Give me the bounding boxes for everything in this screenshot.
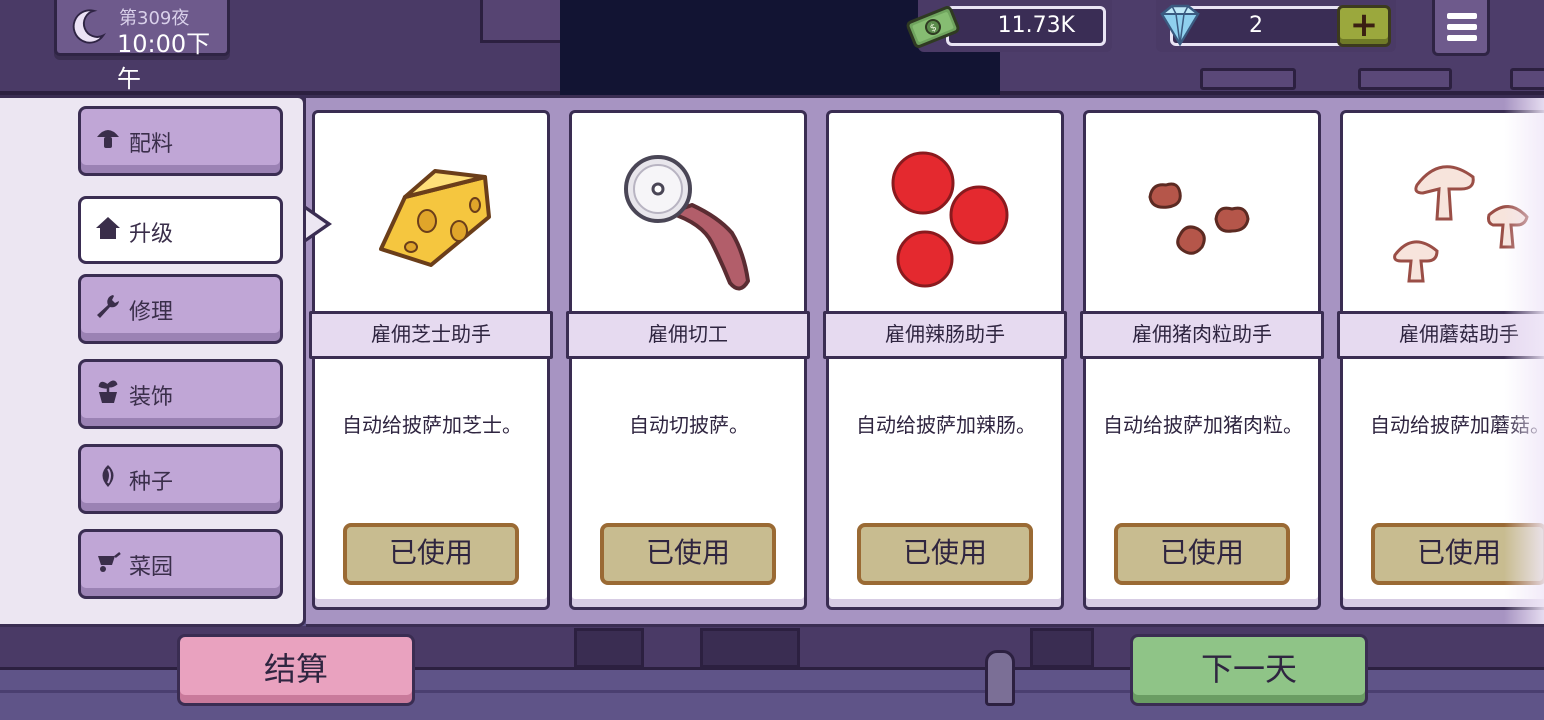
category-label: 升级	[129, 222, 174, 247]
upgrade-card[interactable]: 雇佣切工 自动切披萨。 已使用	[566, 110, 810, 610]
day-time-panel: 第309夜 10:00下午	[54, 0, 230, 93]
category-label: 装饰	[129, 385, 174, 410]
used-button[interactable]: 已使用	[600, 523, 776, 585]
category-garden[interactable]: 菜园	[78, 529, 283, 599]
pepperoni-icon	[891, 151, 1009, 288]
roof-vent	[1510, 68, 1544, 90]
diamond-icon	[1160, 4, 1200, 47]
money-panel: $ 11.73K	[906, 0, 1112, 52]
clock-time: 10:00下午	[117, 30, 211, 93]
card-description: 自动给披萨加猪肉粒。	[1103, 413, 1303, 437]
moon-icon	[72, 9, 107, 44]
trash-bin	[1030, 628, 1094, 668]
house-icon	[96, 217, 120, 239]
pizza-cutter-icon	[624, 155, 750, 291]
category-decoration[interactable]: 装饰	[78, 359, 283, 429]
category-label: 种子	[129, 470, 174, 495]
menu-button[interactable]	[1432, 0, 1490, 56]
category-seeds[interactable]: 种子	[78, 444, 283, 514]
scroll-fade	[1504, 98, 1544, 624]
selection-pointer-fill	[306, 210, 326, 238]
wrench-icon	[97, 295, 119, 318]
category-upgrades[interactable]: 升级	[78, 196, 283, 264]
used-button[interactable]: 已使用	[1114, 523, 1290, 585]
cash-icon: $	[906, 6, 960, 48]
money-display: 11.73K	[946, 6, 1106, 46]
category-toppings[interactable]: 配料	[78, 106, 283, 176]
potted-plant-icon	[98, 380, 118, 403]
storefront-steps	[574, 628, 644, 668]
category-repair[interactable]: 修理	[78, 274, 283, 344]
card-title: 雇佣猪肉粒助手	[1080, 311, 1324, 359]
category-label: 修理	[129, 300, 174, 325]
mushroom-icon	[97, 130, 119, 148]
upgrade-card[interactable]: 雇佣辣肠助手 自动给披萨加辣肠。 已使用	[823, 110, 1067, 610]
roof-vent	[1358, 68, 1452, 90]
card-description: 自动给披萨加芝士。	[342, 413, 522, 437]
used-button[interactable]: 已使用	[343, 523, 519, 585]
roof-vent	[1200, 68, 1296, 90]
upgrade-card[interactable]: 雇佣芝士助手 自动给披萨加芝士。 已使用	[309, 110, 553, 610]
category-panel: 配料 升级 修理 装饰 种子 菜园	[0, 95, 306, 627]
card-description: 自动给披萨加辣肠。	[856, 413, 1036, 437]
wheelbarrow-icon	[98, 552, 121, 572]
next-day-button[interactable]: 下一天	[1130, 634, 1368, 706]
storefront-steps	[700, 628, 800, 668]
card-description: 自动切披萨。	[629, 413, 749, 437]
upgrade-card-list[interactable]: 雇佣芝士助手 自动给披萨加芝士。 已使用 雇佣切工 自动切披萨。 已使用 雇佣辣…	[306, 95, 1544, 627]
category-label: 菜园	[129, 555, 174, 580]
sausage-crumbles-icon	[1148, 182, 1250, 255]
settle-button[interactable]: 结算	[177, 634, 415, 706]
used-button[interactable]: 已使用	[857, 523, 1033, 585]
category-label: 配料	[129, 132, 174, 157]
card-title: 雇佣芝士助手	[309, 311, 553, 359]
fire-hydrant-icon	[985, 650, 1015, 706]
buy-gems-button[interactable]: +	[1337, 5, 1391, 47]
card-title: 雇佣切工	[566, 311, 810, 359]
cheese-icon	[379, 169, 491, 267]
upgrade-card[interactable]: 雇佣猪肉粒助手 自动给披萨加猪肉粒。 已使用	[1080, 110, 1324, 610]
card-title: 雇佣辣肠助手	[823, 311, 1067, 359]
seed-icon	[102, 465, 114, 487]
